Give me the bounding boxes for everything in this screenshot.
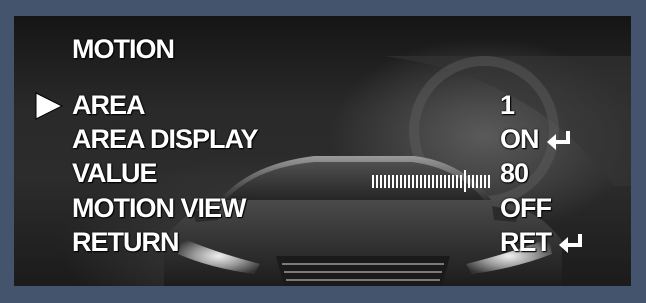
enter-arrow-icon	[559, 233, 582, 253]
slider-tick	[372, 175, 374, 188]
area-value-text: 1	[500, 90, 515, 120]
return-value[interactable]: RET	[500, 229, 585, 256]
slider-tick	[484, 175, 486, 188]
slider-tick	[448, 175, 450, 188]
slider-tick	[380, 175, 382, 188]
area-display-value[interactable]: ON	[500, 126, 573, 153]
slider-tick	[376, 175, 378, 188]
slider-tick	[428, 175, 430, 188]
slider-tick	[388, 175, 390, 188]
slider-tick	[392, 175, 394, 188]
motion-view-value[interactable]: OFF	[500, 193, 552, 223]
slider-tick	[400, 175, 402, 188]
slider-tick	[408, 175, 410, 188]
slider-tick	[476, 175, 478, 188]
motion-view-value-text: OFF	[500, 193, 552, 223]
slider-tick	[432, 175, 434, 188]
return-value-text: RET	[500, 227, 552, 257]
slider-tick	[480, 175, 482, 188]
play-triangle-icon	[35, 92, 64, 120]
camera-osd-screen: MOTION AREA AREA DISPLAY VALUE MOTION VI…	[14, 16, 631, 286]
slider-tick	[424, 175, 426, 188]
slider-tick	[416, 175, 418, 188]
slider-tick	[488, 175, 490, 188]
menu-item-area[interactable]: AREA	[72, 92, 146, 119]
menu-item-area-display[interactable]: AREA DISPLAY	[72, 126, 259, 153]
slider-level-marker	[464, 170, 466, 192]
value-value-text: 80	[500, 158, 529, 188]
slider-tick	[404, 175, 406, 188]
slider-tick	[440, 175, 442, 188]
slider-tick	[468, 175, 470, 188]
slider-tick	[452, 175, 454, 188]
area-value[interactable]: 1	[500, 90, 515, 120]
slider-tick	[436, 175, 438, 188]
monitor-frame: MOTION AREA AREA DISPLAY VALUE MOTION VI…	[0, 0, 646, 303]
menu-item-return[interactable]: RETURN	[72, 229, 179, 256]
area-display-value-text: ON	[500, 124, 539, 154]
slider-tick	[472, 175, 474, 188]
slider-tick	[444, 175, 446, 188]
menu-item-value[interactable]: VALUE	[72, 160, 158, 187]
slider-tick	[460, 175, 462, 188]
menu-item-motion-view[interactable]: MOTION VIEW	[72, 195, 246, 222]
value-value[interactable]: 80	[500, 158, 529, 188]
value-slider[interactable]	[370, 169, 498, 193]
menu-title: MOTION	[72, 34, 175, 64]
enter-arrow-icon	[546, 130, 570, 150]
slider-tick	[396, 175, 398, 188]
slider-tick	[456, 175, 458, 188]
slider-tick	[412, 175, 414, 188]
slider-tick	[384, 175, 386, 188]
slider-tick	[420, 175, 422, 188]
